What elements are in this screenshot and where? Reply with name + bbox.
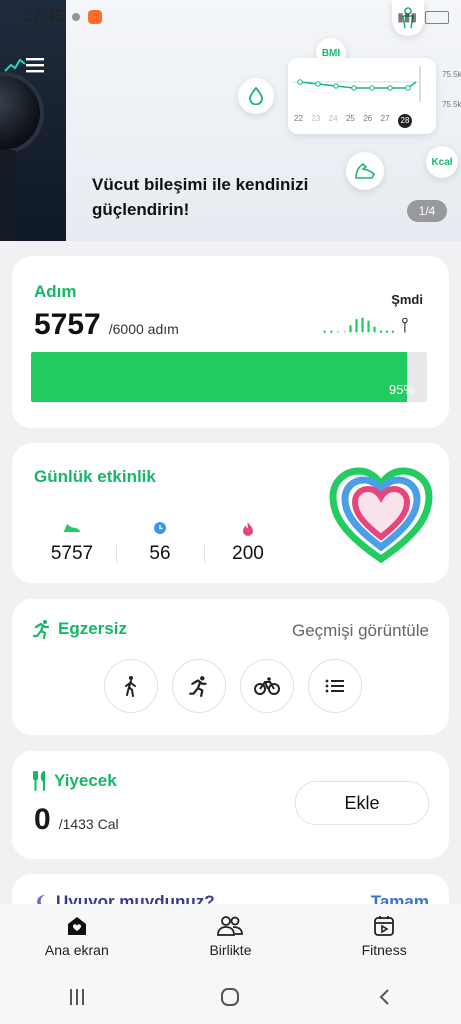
back-icon bbox=[379, 989, 389, 1005]
food-goal: /1433 Cal bbox=[58, 816, 119, 832]
list-icon bbox=[325, 679, 344, 693]
watch-image bbox=[0, 72, 44, 154]
scale-bottom-label: 75.5kg bbox=[441, 100, 461, 109]
kcal-bubble: Kcal bbox=[426, 146, 458, 178]
food-card[interactable]: Yiyecek 0 /1433 Cal Ekle bbox=[12, 751, 449, 859]
bike-button[interactable] bbox=[240, 659, 294, 713]
status-time: 22:45 bbox=[24, 8, 65, 25]
activity-calories-value: 200 bbox=[232, 543, 264, 564]
menu-icon[interactable] bbox=[24, 54, 46, 76]
bmi-label: BMI bbox=[321, 47, 341, 59]
activity-stats: 5757 56 200 bbox=[28, 519, 292, 565]
steps-progress-fill bbox=[31, 352, 408, 402]
bottom-navigation: Ana ekran Birlikte Fitness bbox=[0, 904, 461, 970]
nav-home[interactable]: Ana ekran bbox=[2, 914, 152, 958]
run-icon bbox=[32, 620, 50, 639]
run-button[interactable] bbox=[172, 659, 226, 713]
status-bar: 22:45 ▮▮▮ bbox=[0, 0, 461, 34]
home-button[interactable] bbox=[210, 982, 250, 1012]
day-tick-today: 28 bbox=[397, 114, 412, 128]
exercise-title: Egzersiz bbox=[58, 619, 127, 638]
kcal-label: Kcal bbox=[431, 156, 453, 168]
run-icon bbox=[189, 676, 207, 697]
steps-title: Adım bbox=[34, 282, 77, 301]
people-icon bbox=[155, 914, 305, 940]
more-exercises-button[interactable] bbox=[308, 659, 362, 713]
nav-together-label: Birlikte bbox=[209, 942, 252, 958]
day-tick: 23 bbox=[311, 114, 321, 123]
app-notification-icon bbox=[88, 10, 103, 24]
muscle-icon bbox=[346, 152, 384, 190]
step-bars-chart bbox=[323, 317, 408, 333]
now-label: Şmdi bbox=[391, 292, 423, 307]
watch-strap-image bbox=[0, 150, 16, 241]
steps-card[interactable]: Adım 5757 /6000 adım Şmdi 95% bbox=[12, 256, 449, 428]
day-tick: 24 bbox=[328, 114, 338, 123]
flame-icon bbox=[204, 519, 292, 537]
nav-home-label: Ana ekran bbox=[44, 942, 109, 958]
activity-stat-calories: 200 bbox=[204, 519, 292, 565]
food-calories: 0 bbox=[34, 803, 51, 836]
steps-progress-label: 95% bbox=[388, 382, 415, 397]
nav-fitness-label: Fitness bbox=[361, 942, 407, 958]
activity-steps-value: 5757 bbox=[50, 543, 94, 564]
steps-count: 5757 bbox=[34, 308, 101, 341]
banner-headline: Vücut bileşimi ile kendinizi güçlendirin… bbox=[92, 175, 309, 219]
day-tick: 26 bbox=[363, 114, 373, 123]
food-title: Yiyecek bbox=[54, 771, 117, 790]
home-circle-icon bbox=[221, 988, 240, 1006]
banner-side-panel bbox=[0, 0, 66, 241]
scale-top-label: 75.5kg bbox=[441, 70, 461, 79]
day-tick: 27 bbox=[380, 114, 390, 123]
nav-fitness[interactable]: Fitness bbox=[309, 914, 459, 958]
day-tick: 22 bbox=[294, 114, 303, 123]
banner-pager: 1/4 bbox=[407, 200, 447, 222]
add-food-button[interactable]: Ekle bbox=[295, 781, 429, 825]
signal-icon: ▮▮▮ bbox=[397, 10, 417, 24]
back-button[interactable] bbox=[364, 982, 404, 1012]
battery-icon bbox=[425, 10, 449, 24]
weight-trend-line bbox=[292, 66, 421, 102]
system-navigation bbox=[0, 970, 461, 1024]
steps-value-row: 5757 /6000 adım bbox=[34, 308, 179, 342]
day-tick: 25 bbox=[345, 114, 355, 123]
exercise-buttons bbox=[104, 659, 362, 713]
activity-minutes-value: 56 bbox=[149, 543, 171, 564]
exercise-title-row: Egzersiz bbox=[32, 619, 127, 639]
weight-mini-chart: 75.5kg 75.5kg 22 23 24 25 26 27 28 bbox=[288, 58, 461, 134]
water-drop-icon bbox=[238, 78, 274, 114]
promo-banner[interactable]: BMI Kcal 75.5kg 75.5kg 22 23 24 2 bbox=[0, 0, 461, 241]
nav-together[interactable]: Birlikte bbox=[155, 914, 305, 958]
day-ticks: 22 23 24 25 26 27 28 bbox=[294, 114, 412, 128]
food-value-row: 0 /1433 Cal bbox=[34, 803, 119, 837]
exercise-card[interactable]: Egzersiz Geçmişi görüntüle bbox=[12, 599, 449, 735]
walk-icon bbox=[125, 676, 136, 697]
daily-activity-card[interactable]: Günlük etkinlik 5757 56 200 bbox=[12, 443, 449, 583]
activity-stat-steps: 5757 bbox=[28, 519, 116, 565]
fitness-icon bbox=[309, 914, 459, 940]
recents-icon bbox=[69, 989, 84, 1005]
notification-icon bbox=[72, 13, 81, 21]
sparkline-icon bbox=[4, 58, 26, 72]
steps-goal: /6000 adım bbox=[108, 321, 179, 337]
bike-icon bbox=[254, 677, 280, 695]
fork-knife-icon bbox=[33, 771, 45, 791]
clock-icon bbox=[116, 519, 204, 537]
activity-stat-minutes: 56 bbox=[116, 519, 204, 565]
recents-button[interactable] bbox=[57, 982, 97, 1012]
status-icons: ▮▮▮ bbox=[397, 10, 449, 24]
steps-progress-bar bbox=[31, 352, 427, 402]
activity-title: Günlük etkinlik bbox=[34, 467, 156, 486]
walk-button[interactable] bbox=[104, 659, 158, 713]
activity-heart-icon bbox=[329, 467, 433, 563]
view-history-link[interactable]: Geçmişi görüntüle bbox=[292, 621, 429, 641]
food-title-row: Yiyecek bbox=[32, 771, 117, 791]
shoe-icon bbox=[28, 519, 116, 537]
home-icon bbox=[2, 914, 152, 940]
